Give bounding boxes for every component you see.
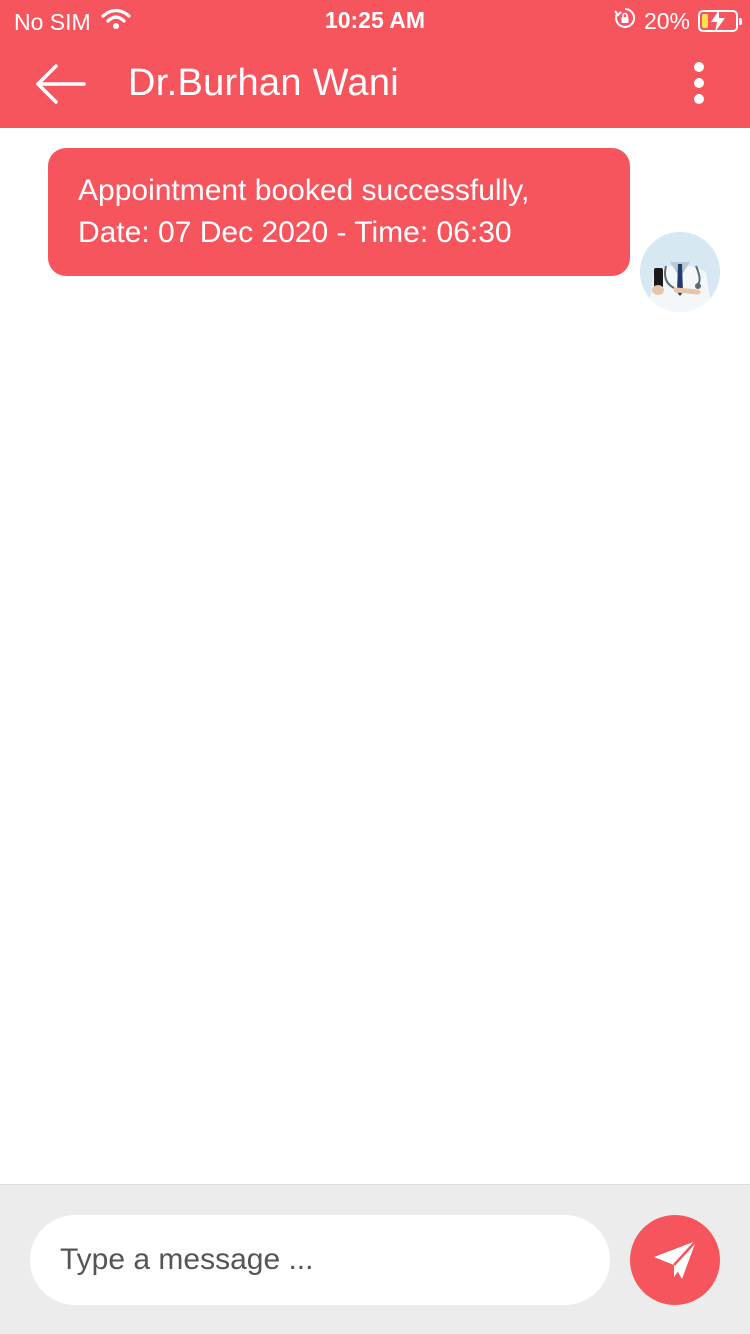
- status-bar: No SIM 10:25 AM 20%: [0, 0, 750, 40]
- chat-screen: No SIM 10:25 AM 20% Dr.Burhan Wani Appoi…: [0, 0, 750, 1334]
- doctor-avatar[interactable]: [640, 232, 720, 312]
- contact-name: Dr.Burhan Wani: [128, 62, 400, 104]
- battery-percent: 20%: [643, 7, 690, 34]
- arrow-left-icon: [36, 64, 86, 104]
- message-line-1: Appointment booked successfully,: [78, 174, 530, 207]
- message-list[interactable]: Appointment booked successfully, Date: 0…: [0, 128, 750, 1184]
- send-button[interactable]: [630, 1215, 720, 1305]
- message-input[interactable]: [30, 1215, 610, 1305]
- message-bubble: Appointment booked successfully, Date: 0…: [48, 148, 630, 276]
- chat-header: Dr.Burhan Wani: [0, 40, 750, 128]
- battery-icon: [698, 10, 742, 32]
- back-button[interactable]: [32, 62, 92, 106]
- doctor-avatar-image: [640, 232, 720, 312]
- charging-bolt-icon: [708, 9, 728, 39]
- more-vertical-icon: [694, 62, 704, 104]
- paper-plane-icon: [654, 1240, 697, 1279]
- message-composer: [0, 1184, 750, 1334]
- more-options-button[interactable]: [684, 60, 714, 108]
- status-right-group: 20%: [614, 7, 742, 35]
- message-line-2: Date: 07 Dec 2020 - Time: 06:30: [78, 216, 512, 249]
- orientation-lock-icon: [614, 7, 636, 35]
